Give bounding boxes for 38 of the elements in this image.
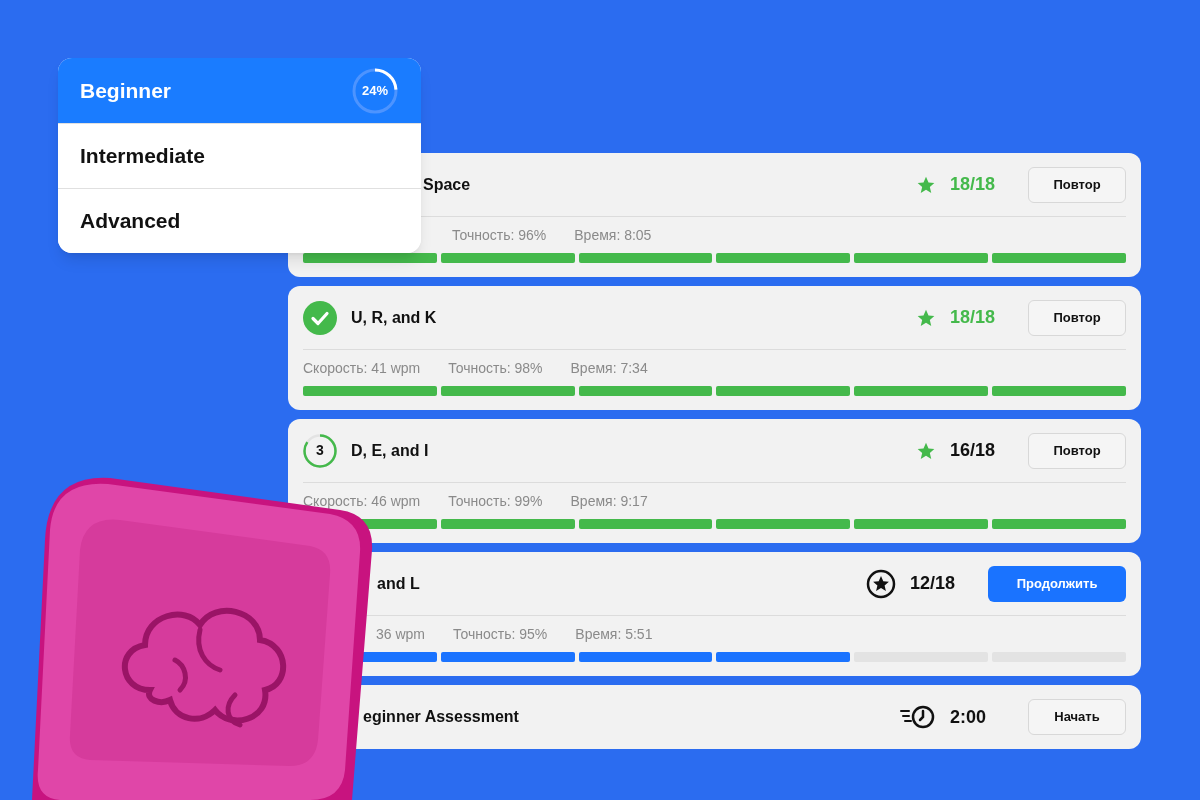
action-button[interactable]: Повтор xyxy=(1028,432,1126,469)
continue-button[interactable]: Продолжить xyxy=(988,565,1126,602)
score: 12/18 xyxy=(910,572,957,595)
stat-text: Время: 8:05 xyxy=(574,225,652,245)
stat-text: Точность: 99% xyxy=(448,491,543,511)
lesson-title: eginner Assessment xyxy=(362,707,520,727)
stat-text: Точность: 96% xyxy=(452,225,547,245)
timer-icon xyxy=(900,704,936,730)
level-item[interactable]: Beginner 24% xyxy=(58,58,421,123)
level-item[interactable]: Intermediate xyxy=(58,123,421,188)
lesson-title: and L xyxy=(376,573,421,594)
progress-ring-icon xyxy=(351,66,399,115)
level-label: Intermediate xyxy=(80,143,205,170)
lesson-title: D, E, and I xyxy=(351,440,430,461)
action-button[interactable]: Повтор xyxy=(1028,299,1126,336)
score: 18/18 xyxy=(950,173,997,196)
score: 2:00 xyxy=(950,705,988,729)
stat-text: Скорость: 41 wpm xyxy=(303,358,421,378)
action-button[interactable]: Начать xyxy=(1028,699,1126,735)
level-label: Beginner xyxy=(80,77,171,104)
stat-text: Время: 9:17 xyxy=(570,491,648,511)
progress-ring-icon xyxy=(303,433,337,468)
stat-text: Время: 5:51 xyxy=(575,624,653,644)
level-label: Advanced xyxy=(80,208,181,235)
action-button[interactable]: Повтор xyxy=(1028,166,1126,203)
check-icon xyxy=(303,300,337,335)
lesson-title: Space xyxy=(422,174,472,195)
progress-percent: 24% xyxy=(362,81,388,100)
score: 18/18 xyxy=(950,306,997,329)
stat-text: Время: 7:34 xyxy=(570,358,648,378)
lesson-title: U, R, and K xyxy=(351,307,438,328)
level-item[interactable]: Advanced xyxy=(58,188,421,253)
stat-text: Скорость: 46 wpm xyxy=(303,491,421,511)
score: 16/18 xyxy=(950,439,997,462)
lesson-number: 3 xyxy=(316,441,324,460)
stat-text: Точность: 98% xyxy=(448,358,543,378)
stat-text: 36 wpm xyxy=(376,624,426,644)
stat-text: Точность: 95% xyxy=(453,624,548,644)
